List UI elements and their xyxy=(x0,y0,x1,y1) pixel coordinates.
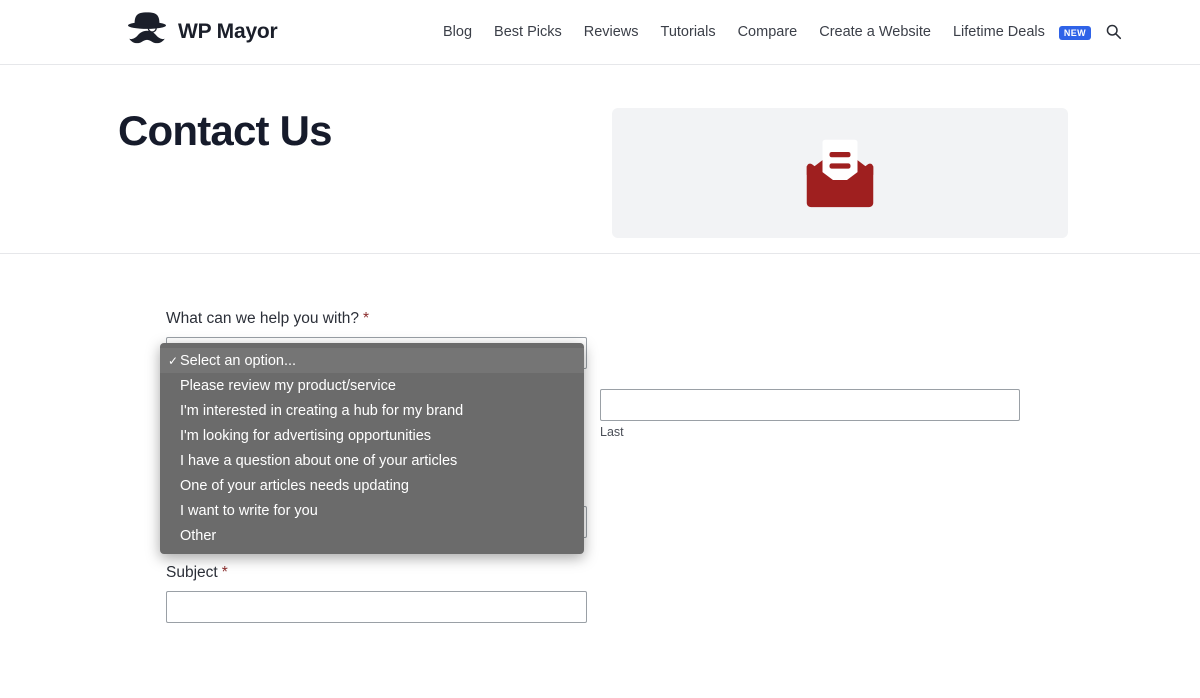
main-navigation: Blog Best Picks Reviews Tutorials Compar… xyxy=(432,0,1122,65)
checkmark-icon: ✓ xyxy=(168,353,179,368)
nav-link-blog[interactable]: Blog xyxy=(432,0,483,65)
dropdown-menu-help-with[interactable]: ✓ Select an option... Please review my p… xyxy=(160,343,584,554)
nav-item-blog[interactable]: Blog xyxy=(432,0,483,65)
dropdown-option-label: One of your articles needs updating xyxy=(180,477,409,494)
dropdown-option-article-needs-updating[interactable]: One of your articles needs updating xyxy=(160,473,584,498)
open-envelope-letter-icon xyxy=(798,134,882,212)
label-subject-text: Subject xyxy=(166,564,218,581)
mustache-tophat-logo-icon xyxy=(126,10,168,54)
label-help-with: What can we help you with? * xyxy=(166,310,587,328)
nav-link-reviews[interactable]: Reviews xyxy=(573,0,650,65)
required-marker-subject: * xyxy=(221,564,228,581)
nav-item-reviews[interactable]: Reviews xyxy=(573,0,650,65)
status-badge-new: NEW xyxy=(1058,25,1092,40)
search-icon xyxy=(1105,23,1122,43)
hero-image-panel xyxy=(612,108,1068,238)
nav-link-lifetime-deals[interactable]: Lifetime Deals xyxy=(942,0,1056,65)
dropdown-option-create-hub[interactable]: I'm interested in creating a hub for my … xyxy=(160,398,584,423)
nav-item-best-picks[interactable]: Best Picks xyxy=(483,0,573,65)
brand-logo-link[interactable]: WP Mayor xyxy=(126,10,278,54)
sub-label-last: Last xyxy=(600,425,624,439)
last-name-input[interactable] xyxy=(600,389,1020,421)
dropdown-option-label: I'm interested in creating a hub for my … xyxy=(180,402,464,419)
dropdown-option-advertising[interactable]: I'm looking for advertising opportunitie… xyxy=(160,423,584,448)
dropdown-option-label: Please review my product/service xyxy=(180,377,396,394)
nav-link-tutorials[interactable]: Tutorials xyxy=(650,0,727,65)
dropdown-option-label: I want to write for you xyxy=(180,502,318,519)
dropdown-option-select-an-option[interactable]: ✓ Select an option... xyxy=(160,348,584,373)
dropdown-option-write-for-you[interactable]: I want to write for you xyxy=(160,498,584,523)
dropdown-option-label: Select an option... xyxy=(180,352,297,369)
dropdown-option-label: I'm looking for advertising opportunitie… xyxy=(180,427,432,444)
dropdown-option-review-product[interactable]: Please review my product/service xyxy=(160,373,584,398)
dropdown-option-label: Other xyxy=(180,527,217,544)
site-header: WP Mayor Blog Best Picks Reviews Tutoria… xyxy=(0,0,1200,65)
nav-link-create-a-website[interactable]: Create a Website xyxy=(808,0,942,65)
label-subject: Subject * xyxy=(166,564,587,582)
field-name-last: Last xyxy=(600,389,1020,439)
required-marker: * xyxy=(363,310,370,327)
dropdown-option-question-article[interactable]: I have a question about one of your arti… xyxy=(160,448,584,473)
label-help-with-text: What can we help you with? xyxy=(166,310,359,327)
nav-link-compare[interactable]: Compare xyxy=(727,0,809,65)
nav-link-best-picks[interactable]: Best Picks xyxy=(483,0,573,65)
dropdown-option-label: I have a question about one of your arti… xyxy=(180,452,458,469)
hero-section: Contact Us xyxy=(0,65,1200,254)
nav-item-create-a-website[interactable]: Create a Website xyxy=(808,0,942,65)
page-title: Contact Us xyxy=(118,107,333,154)
nav-item-tutorials[interactable]: Tutorials xyxy=(650,0,727,65)
nav-item-lifetime-deals[interactable]: Lifetime Deals NEW xyxy=(942,0,1092,65)
dropdown-option-other[interactable]: Other xyxy=(160,523,584,548)
nav-item-compare[interactable]: Compare xyxy=(727,0,809,65)
field-subject: Subject * xyxy=(166,564,587,623)
brand-name: WP Mayor xyxy=(178,20,278,43)
search-button[interactable] xyxy=(1105,23,1122,43)
subject-input[interactable] xyxy=(166,591,587,623)
